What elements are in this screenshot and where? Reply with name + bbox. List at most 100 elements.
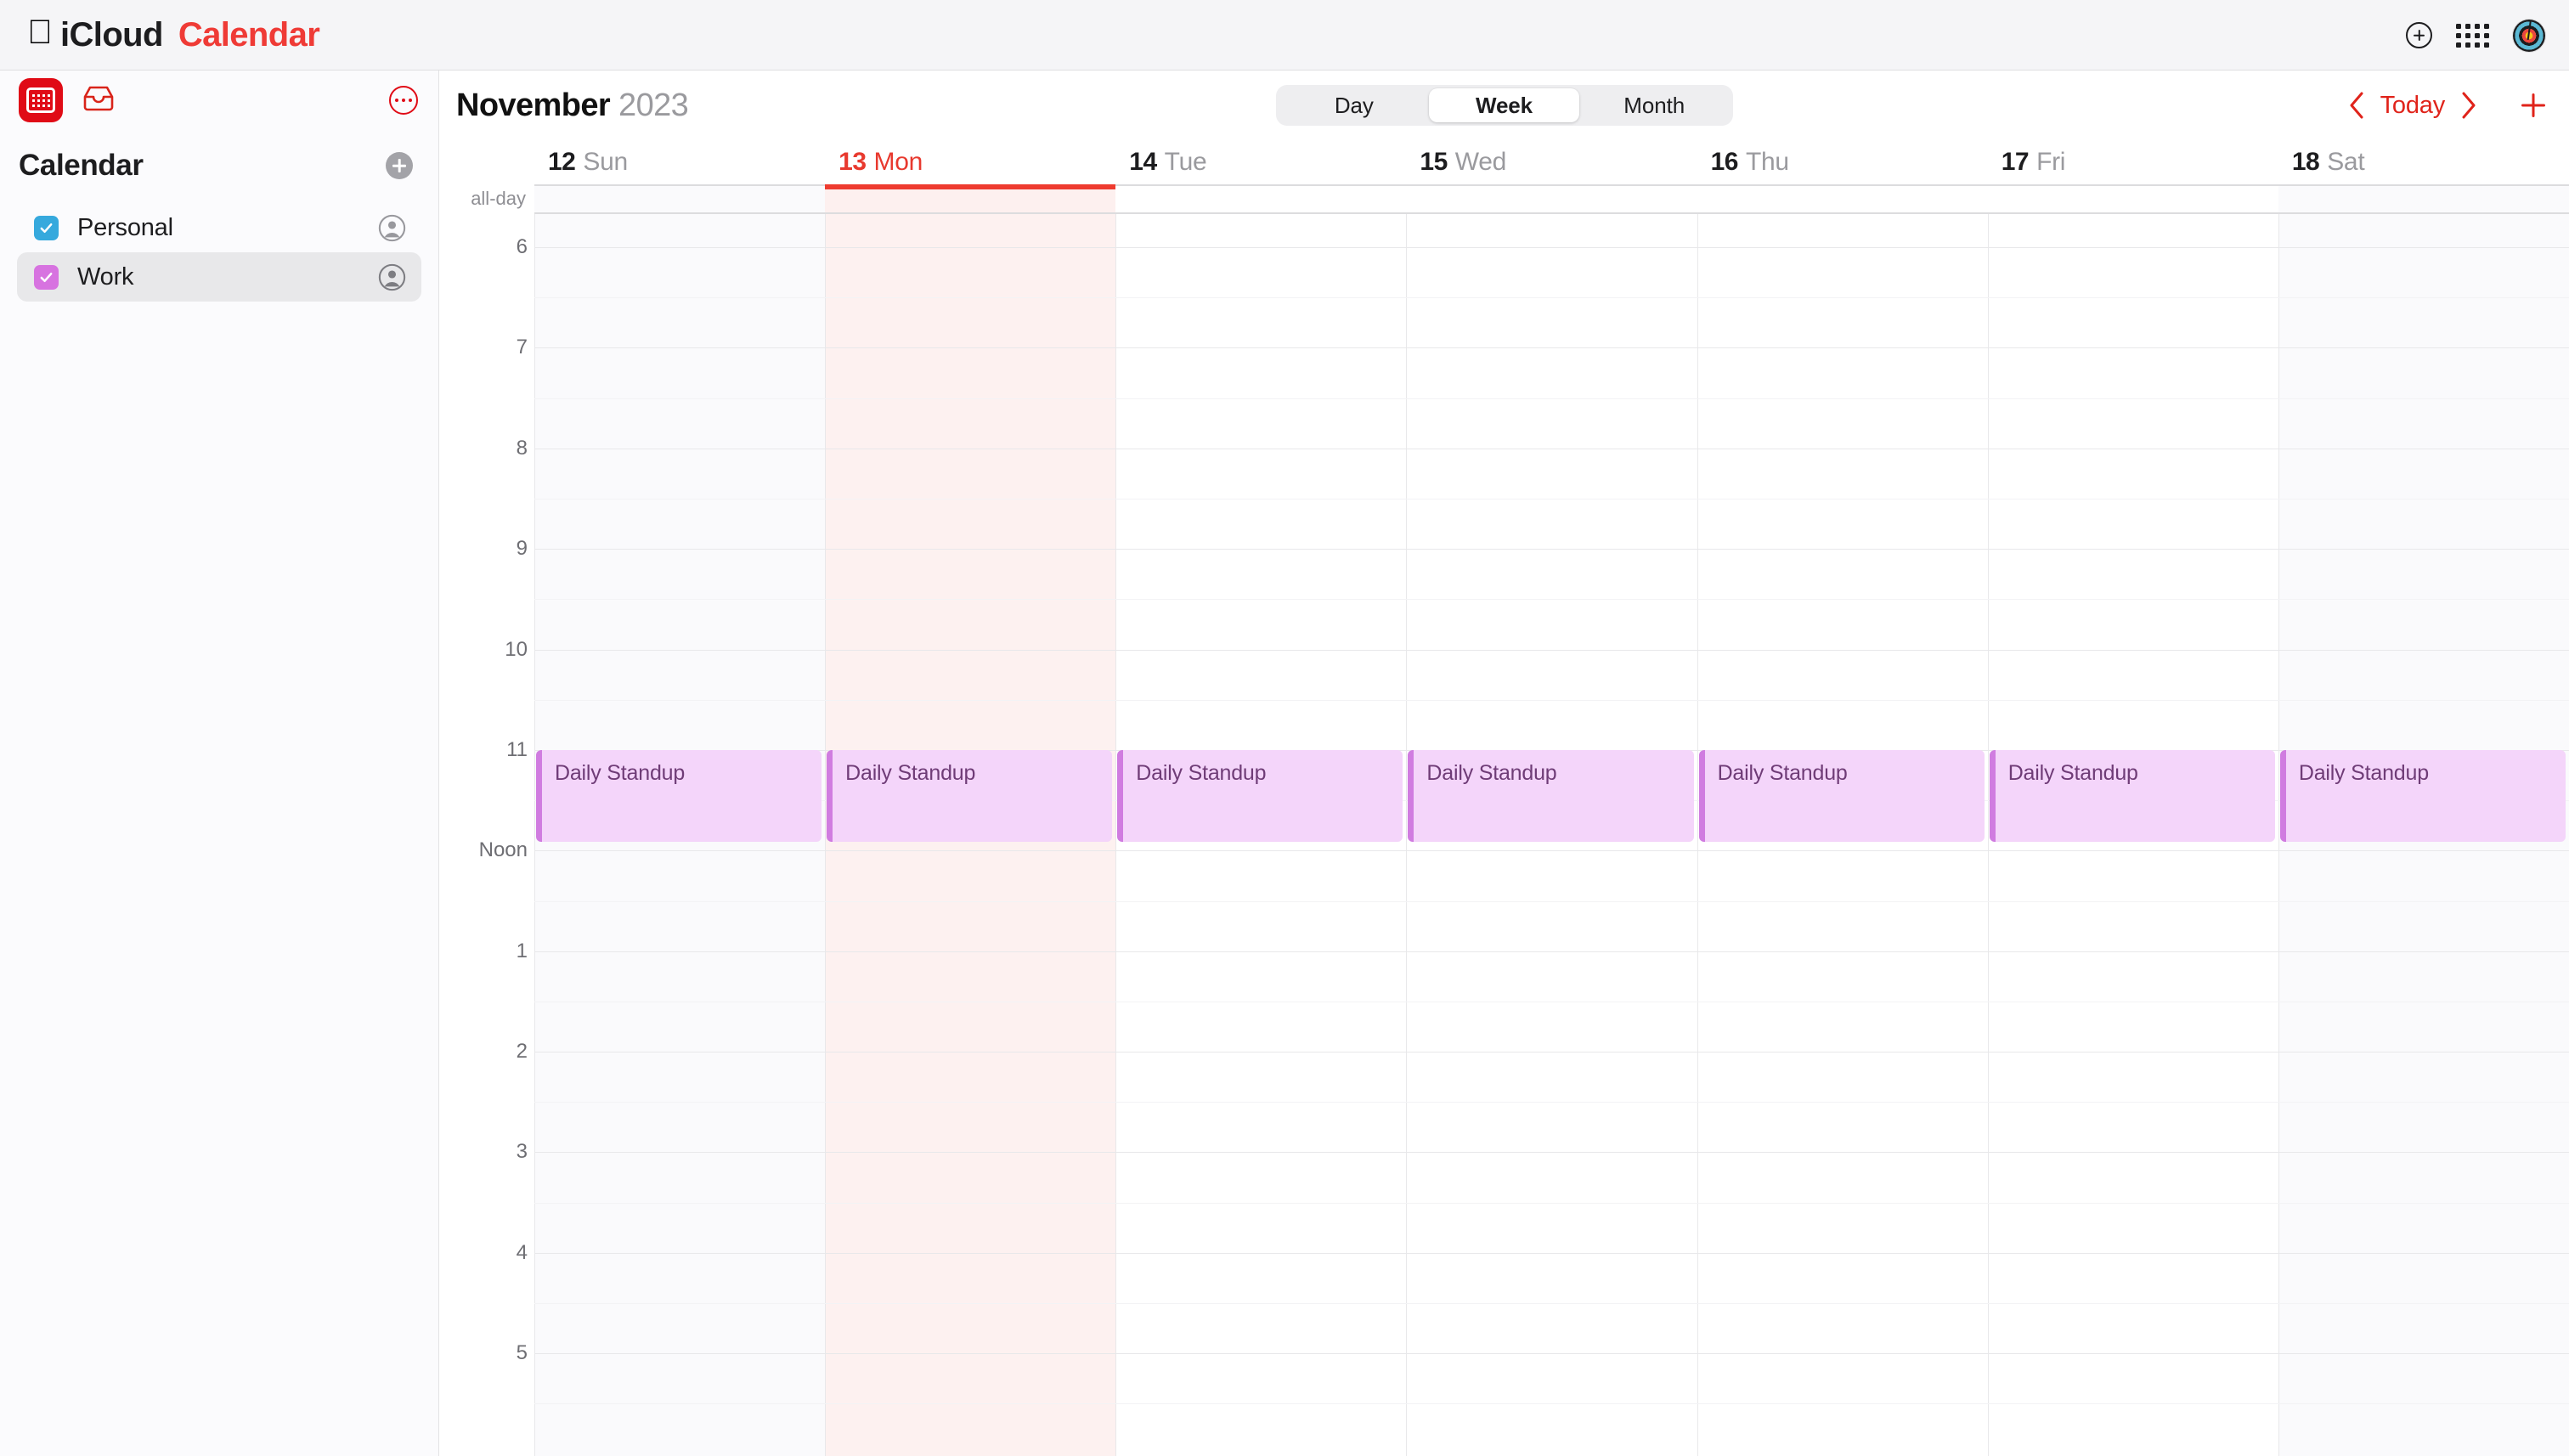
apps-launcher-button[interactable]: [2456, 23, 2489, 48]
day-name: Tue: [1164, 148, 1207, 176]
day-header-wed[interactable]: 15 Wed: [1406, 140, 1697, 184]
add-calendar-icon[interactable]: [386, 152, 413, 179]
tab-day[interactable]: Day: [1279, 88, 1430, 122]
add-button[interactable]: [2406, 22, 2432, 48]
time-label: 3: [516, 1140, 528, 1164]
app-grid-icon: [2456, 23, 2489, 48]
day-header-mon[interactable]: 13 Mon: [825, 140, 1115, 184]
time-label: 9: [516, 537, 528, 561]
calendar-list-item-work[interactable]: Work: [17, 252, 421, 302]
navigation-controls: Today: [2338, 87, 2552, 124]
calendar-checkbox-personal[interactable]: [34, 215, 59, 240]
new-event-button[interactable]: [2515, 87, 2552, 124]
half-hour-gridline: [534, 900, 2569, 902]
all-day-cell-wed[interactable]: [1406, 184, 1697, 212]
inbox-icon[interactable]: [82, 84, 116, 117]
event-title: Daily Standup: [1136, 760, 1267, 785]
event-block[interactable]: Daily Standup: [1408, 749, 1694, 843]
tab-week[interactable]: Week: [1429, 88, 1579, 122]
week-grid: 12 Sun 13 Mon 14 Tue 15 Wed 16 Thu 17 Fri 18 Sat all-…: [439, 140, 2569, 1456]
hour-gridline: [534, 1252, 2569, 1254]
event-block[interactable]: Daily Standup: [827, 749, 1113, 843]
time-label: 2: [516, 1040, 528, 1064]
hour-gridline: [534, 850, 2569, 852]
all-day-cell-tue[interactable]: [1115, 184, 1407, 212]
half-hour-gridline: [534, 699, 2569, 701]
event-block[interactable]: Daily Standup: [2279, 749, 2566, 843]
time-label: Noon: [478, 838, 528, 862]
day-name: Sun: [583, 148, 628, 176]
calendar-checkbox-work[interactable]: [34, 264, 59, 290]
sidebar-title: Calendar: [19, 149, 144, 182]
hour-gridline: [534, 347, 2569, 349]
half-hour-gridline: [534, 297, 2569, 299]
half-hour-gridline: [534, 1202, 2569, 1204]
calendar-name-work: Work: [77, 262, 134, 291]
top-bar:  iCloud Calendar: [0, 0, 2569, 71]
time-label: 4: [516, 1240, 528, 1264]
hour-gridline: [534, 1152, 2569, 1154]
main-header: November 2023 Day Week Month Today: [439, 71, 2569, 140]
day-name: Mon: [873, 148, 923, 176]
calendar-list: Personal Work: [0, 203, 438, 302]
day-number: 14: [1129, 148, 1157, 176]
day-header-sat[interactable]: 18 Sat: [2278, 140, 2569, 184]
day-number: 12: [548, 148, 576, 176]
hour-gridline: [534, 1353, 2569, 1355]
day-number: 16: [1710, 148, 1739, 176]
plus-circle-icon: [2406, 22, 2432, 48]
half-hour-gridline: [534, 1403, 2569, 1405]
brand-icloud-label: iCloud: [35, 15, 163, 54]
title-month: November: [456, 87, 611, 123]
day-header-tue[interactable]: 14 Tue: [1115, 140, 1406, 184]
time-label: 6: [516, 235, 528, 259]
calendar-app-icon[interactable]: [19, 78, 63, 122]
more-options-icon[interactable]: [389, 86, 418, 115]
event-title: Daily Standup: [1717, 760, 1848, 785]
brand-logo[interactable]:  iCloud Calendar: [27, 15, 320, 54]
chevron-right-icon[interactable]: [2450, 87, 2487, 124]
hour-gridline: [534, 649, 2569, 651]
event-block[interactable]: Daily Standup: [1117, 749, 1403, 843]
today-button[interactable]: Today: [2375, 92, 2450, 120]
day-header-thu[interactable]: 16 Thu: [1697, 140, 1988, 184]
time-grid: 6 7 8 9 10 11 Noon 1 2 3 4 5 Daily Standup Daily Stan…: [439, 214, 2569, 1456]
page-title: November 2023: [456, 87, 689, 124]
event-title: Daily Standup: [1426, 760, 1557, 785]
day-header-fri[interactable]: 17 Fri: [1988, 140, 2278, 184]
tab-month[interactable]: Month: [1579, 88, 1730, 122]
event-title: Daily Standup: [2007, 760, 2138, 785]
brand-app-label: Calendar: [152, 15, 320, 54]
all-day-cell-sun[interactable]: [534, 184, 826, 212]
title-year: 2023: [618, 87, 689, 123]
day-name: Fri: [2036, 148, 2066, 176]
sidebar: Calendar Personal Work: [0, 71, 439, 1456]
calendar-list-item-personal[interactable]: Personal: [17, 203, 421, 252]
account-avatar-button[interactable]: [2513, 19, 2545, 52]
apple-logo-icon: : [27, 15, 53, 49]
day-header-sun[interactable]: 12 Sun: [534, 140, 825, 184]
event-block[interactable]: Daily Standup: [536, 749, 822, 843]
day-number: 15: [1420, 148, 1448, 176]
event-block[interactable]: Daily Standup: [1989, 749, 2275, 843]
top-bar-actions: [2406, 0, 2545, 71]
person-circle-icon[interactable]: [378, 214, 406, 242]
time-label: 8: [516, 436, 528, 460]
all-day-cell-thu[interactable]: [1697, 184, 1988, 212]
event-title: Daily Standup: [845, 760, 976, 785]
chevron-left-icon[interactable]: [2338, 87, 2375, 124]
avatar: [2513, 19, 2545, 52]
all-day-cell-sat[interactable]: [2278, 184, 2569, 212]
half-hour-gridline: [534, 1102, 2569, 1103]
time-label: 1: [516, 939, 528, 962]
sidebar-header: Calendar: [0, 130, 438, 183]
half-hour-gridline: [534, 398, 2569, 399]
all-day-cell-fri[interactable]: [1987, 184, 2278, 212]
event-title: Daily Standup: [555, 760, 686, 785]
person-circle-icon[interactable]: [378, 263, 406, 291]
all-day-cell-mon[interactable]: [825, 184, 1116, 212]
day-name: Thu: [1745, 148, 1789, 176]
event-block[interactable]: Daily Standup: [1698, 749, 1985, 843]
sidebar-toolbar: [0, 71, 438, 130]
half-hour-gridline: [534, 599, 2569, 601]
